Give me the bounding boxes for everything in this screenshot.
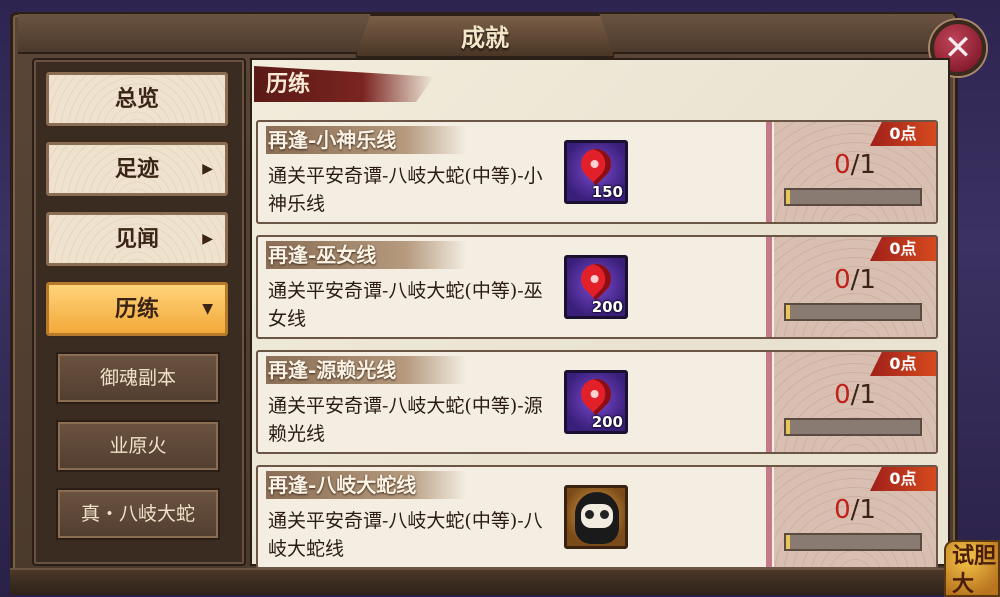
progress-total: /1: [850, 380, 876, 410]
progress-text: 0/1: [774, 380, 936, 410]
achievement-card: 再逢-源赖光线 通关平安奇谭-八岐大蛇(中等)-源赖光线 200 0点 0/1: [256, 350, 938, 454]
daruma-eye: [600, 510, 609, 519]
progress-current: 0: [834, 265, 851, 295]
points-badge: 0点: [870, 122, 936, 146]
reward-item[interactable]: 200: [564, 370, 628, 434]
progress-bar: [784, 418, 922, 436]
section-title: 历练: [266, 71, 311, 97]
tab-experience[interactable]: 历练 ▼: [46, 282, 228, 336]
achievement-card: 再逢-巫女线 通关平安奇谭-八岐大蛇(中等)-巫女线 200 0点 0/1: [256, 235, 938, 339]
chevron-right-icon: ▶: [202, 161, 213, 177]
achievement-card: 再逢-八岐大蛇线 通关平安奇谭-八岐大蛇(中等)-八岐大蛇线 0点 0/1: [256, 465, 938, 569]
daruma-icon: [575, 492, 619, 544]
tab-label: 足迹: [114, 156, 159, 182]
reward-item[interactable]: [564, 485, 628, 549]
card-title: 再逢-小神乐线: [268, 128, 397, 152]
progress-panel: 0点 0/1: [774, 237, 936, 337]
points-badge: 0点: [870, 237, 936, 261]
subtab-true-orochi[interactable]: 真・八岐大蛇: [56, 488, 220, 540]
progress-current: 0: [834, 150, 851, 180]
progress-bar: [784, 533, 922, 551]
card-title: 再逢-巫女线: [268, 243, 377, 267]
card-description: 通关平安奇谭-八岐大蛇(中等)-巫女线: [268, 280, 543, 330]
progress-fill: [786, 190, 791, 204]
tab-label: 见闻: [114, 226, 159, 252]
divider: [766, 352, 772, 452]
magatama-icon: [574, 372, 618, 416]
progress-bar: [784, 303, 922, 321]
corner-event-button[interactable]: 试胆大: [944, 540, 1000, 597]
divider: [766, 467, 772, 567]
card-title: 再逢-源赖光线: [268, 358, 397, 382]
progress-text: 0/1: [774, 265, 936, 295]
progress-panel: 0点 0/1: [774, 122, 936, 222]
tab-label: 总览: [114, 86, 159, 112]
tab-footprints[interactable]: 足迹 ▶: [46, 142, 228, 196]
subtab-soul-dungeon[interactable]: 御魂副本: [56, 352, 220, 404]
divider: [766, 237, 772, 337]
progress-panel: 0点 0/1: [774, 467, 936, 567]
daruma-eye: [585, 510, 594, 519]
progress-text: 0/1: [774, 495, 936, 525]
magatama-icon: [574, 257, 618, 301]
progress-bar: [784, 188, 922, 206]
progress-fill: [786, 420, 791, 434]
reward-count: 200: [591, 298, 623, 316]
chevron-right-icon: ▶: [202, 231, 213, 247]
reward-item[interactable]: 200: [564, 255, 628, 319]
progress-total: /1: [850, 150, 876, 180]
progress-panel: 0点 0/1: [774, 352, 936, 452]
progress-total: /1: [850, 495, 876, 525]
window-title: 成就: [461, 23, 509, 52]
progress-current: 0: [834, 495, 851, 525]
card-description: 通关平安奇谭-八岐大蛇(中等)-源赖光线: [268, 395, 543, 445]
magatama-icon: [574, 142, 618, 186]
daruma-face: [581, 504, 613, 528]
tab-overview[interactable]: 总览: [46, 72, 228, 126]
points-badge: 0点: [870, 352, 936, 376]
progress-current: 0: [834, 380, 851, 410]
tab-insights[interactable]: 见闻 ▶: [46, 212, 228, 266]
progress-text: 0/1: [774, 150, 936, 180]
progress-fill: [786, 535, 791, 549]
points-badge: 0点: [870, 467, 936, 491]
reward-item[interactable]: 150: [564, 140, 628, 204]
reward-count: 200: [591, 413, 623, 431]
card-title: 再逢-八岐大蛇线: [268, 473, 417, 497]
card-description: 通关平安奇谭-八岐大蛇(中等)-小神乐线: [268, 165, 543, 215]
reward-count: 150: [591, 183, 623, 201]
achievement-card: 再逢-小神乐线 通关平安奇谭-八岐大蛇(中等)-小神乐线 150 0点 0/1: [256, 120, 938, 224]
progress-fill: [786, 305, 791, 319]
tab-label: 历练: [114, 296, 159, 322]
progress-total: /1: [850, 265, 876, 295]
divider: [766, 122, 772, 222]
card-description: 通关平安奇谭-八岐大蛇(中等)-八岐大蛇线: [268, 510, 543, 560]
chevron-down-icon: ▼: [202, 301, 213, 317]
bottom-frame: [10, 568, 958, 595]
subtab-karma-fire[interactable]: 业原火: [56, 420, 220, 472]
